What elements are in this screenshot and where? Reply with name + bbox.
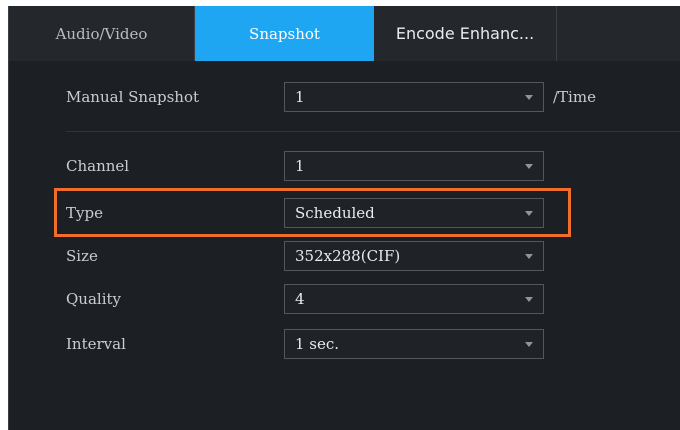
type-value: Scheduled bbox=[295, 204, 375, 222]
chevron-down-icon bbox=[525, 254, 533, 259]
quality-select[interactable]: 4 bbox=[284, 284, 544, 314]
chevron-down-icon bbox=[525, 164, 533, 169]
chevron-down-icon bbox=[525, 95, 533, 100]
tab-audio-video[interactable]: Audio/Video bbox=[9, 6, 195, 61]
type-label: Type bbox=[66, 204, 103, 222]
size-select[interactable]: 352x288(CIF) bbox=[284, 241, 544, 271]
divider bbox=[66, 131, 680, 132]
chevron-down-icon bbox=[525, 342, 533, 347]
channel-select[interactable]: 1 bbox=[284, 151, 544, 181]
quality-value: 4 bbox=[295, 290, 305, 308]
snapshot-settings-panel: Audio/Video Snapshot Encode Enhanc... Ma… bbox=[8, 6, 680, 430]
chevron-down-icon bbox=[525, 297, 533, 302]
size-label: Size bbox=[66, 247, 98, 265]
interval-label: Interval bbox=[66, 335, 126, 353]
tab-snapshot[interactable]: Snapshot bbox=[195, 6, 374, 61]
type-select[interactable]: Scheduled bbox=[284, 198, 544, 228]
manual-snapshot-value: 1 bbox=[295, 88, 305, 106]
manual-snapshot-label: Manual Snapshot bbox=[66, 88, 200, 106]
size-value: 352x288(CIF) bbox=[295, 247, 401, 265]
manual-snapshot-unit: /Time bbox=[553, 88, 596, 106]
chevron-down-icon bbox=[525, 211, 533, 216]
channel-value: 1 bbox=[295, 157, 305, 175]
interval-value: 1 sec. bbox=[295, 335, 340, 353]
tab-encode-enhance[interactable]: Encode Enhanc... bbox=[374, 6, 557, 61]
interval-select[interactable]: 1 sec. bbox=[284, 329, 544, 359]
quality-label: Quality bbox=[66, 290, 121, 308]
tab-empty bbox=[557, 6, 680, 61]
channel-label: Channel bbox=[66, 157, 130, 175]
tab-bar: Audio/Video Snapshot Encode Enhanc... bbox=[9, 6, 680, 61]
manual-snapshot-select[interactable]: 1 bbox=[284, 82, 544, 112]
